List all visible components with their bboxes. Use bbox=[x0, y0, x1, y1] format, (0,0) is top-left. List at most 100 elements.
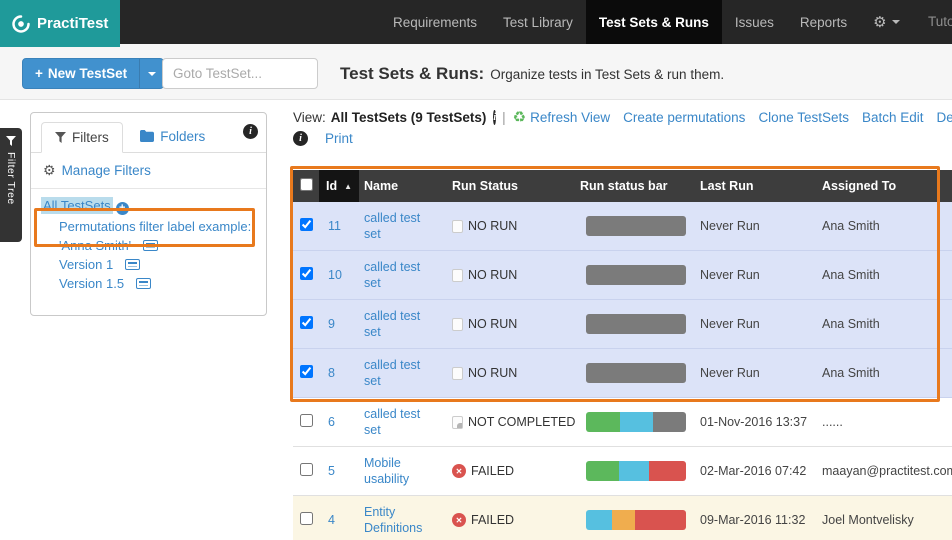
run-status-bar bbox=[586, 461, 686, 481]
goto-testset-input[interactable] bbox=[162, 58, 318, 89]
column-header-run-status-bar[interactable]: Run status bar bbox=[575, 179, 695, 193]
row-checkbox[interactable] bbox=[300, 316, 313, 329]
filter-edit-icon[interactable] bbox=[135, 278, 151, 289]
last-run-value: 09-Mar-2016 11:32 bbox=[700, 513, 806, 527]
table-header: Id ▲ Name Run Status Run status bar Last… bbox=[293, 170, 952, 202]
testsets-table: Id ▲ Name Run Status Run status bar Last… bbox=[293, 170, 952, 540]
funnel-icon bbox=[6, 136, 16, 146]
run-status-icon bbox=[452, 317, 463, 331]
nav-item-issues[interactable]: Issues bbox=[722, 0, 787, 44]
row-checkbox[interactable] bbox=[300, 267, 313, 280]
testset-id-link[interactable]: 4 bbox=[328, 513, 335, 527]
page-header: Test Sets & Runs: Organize tests in Test … bbox=[340, 64, 724, 84]
filter-tree-label: Filter Tree bbox=[5, 152, 17, 205]
row-checkbox[interactable] bbox=[300, 218, 313, 231]
action-create-permutations[interactable]: Create permutations bbox=[623, 110, 745, 125]
info-icon[interactable]: i bbox=[243, 124, 258, 139]
testset-id-link[interactable]: 5 bbox=[328, 464, 335, 478]
assigned-to-value: ...... bbox=[822, 415, 843, 429]
brand-name: PractiTest bbox=[37, 15, 109, 32]
table-row: 10 called test set NO RUN Never Run Ana … bbox=[293, 251, 952, 300]
tab-folders[interactable]: Folders bbox=[127, 122, 218, 151]
last-run-value: 01-Nov-2016 13:37 bbox=[700, 415, 808, 429]
assigned-to-value: Joel Montvelisky bbox=[822, 513, 914, 527]
row-checkbox[interactable] bbox=[300, 414, 313, 427]
practitest-logo-icon bbox=[11, 14, 31, 34]
sidebar-tabs: Filters Folders i bbox=[31, 113, 266, 153]
manage-filters-link[interactable]: ⚙ Manage Filters bbox=[31, 153, 266, 189]
nav-item-requirements[interactable]: Requirements bbox=[380, 0, 490, 44]
filter-tree-toggle[interactable]: Filter Tree bbox=[0, 128, 22, 242]
print-link[interactable]: Print bbox=[325, 131, 353, 146]
testset-name-link[interactable]: called test set bbox=[364, 309, 420, 339]
filter-link[interactable]: Version 1 bbox=[59, 257, 113, 272]
tab-filters[interactable]: Filters bbox=[41, 122, 123, 153]
run-status-icon: ✕ bbox=[452, 464, 466, 478]
refresh-icon: ♻ bbox=[512, 109, 527, 126]
chevron-down-icon bbox=[891, 20, 900, 24]
select-all-checkbox[interactable] bbox=[300, 178, 313, 191]
page-title: Test Sets & Runs: bbox=[340, 64, 485, 83]
sidebar-item-permutations-filter: Permutations filter label example: 'Anna… bbox=[59, 217, 258, 255]
view-bar: View: All TestSets (9 TestSets) i | ♻ Ref… bbox=[293, 108, 952, 146]
view-actions: ♻ Refresh View Create permutations Clone Te… bbox=[513, 108, 952, 126]
testset-id-link[interactable]: 10 bbox=[328, 268, 342, 282]
testset-id-link[interactable]: 8 bbox=[328, 366, 335, 380]
testset-name-link[interactable]: Mobile usability bbox=[364, 456, 409, 486]
new-testset-dropdown[interactable] bbox=[139, 59, 163, 88]
column-header-assigned-to[interactable]: Assigned To bbox=[817, 179, 952, 193]
filter-link[interactable]: Version 1.5 bbox=[59, 276, 124, 291]
testset-name-link[interactable]: called test set bbox=[364, 358, 420, 388]
funnel-icon bbox=[55, 132, 66, 143]
testset-id-link[interactable]: 9 bbox=[328, 317, 335, 331]
view-value: All TestSets (9 TestSets) bbox=[330, 109, 487, 125]
table-row: 8 called test set NO RUN Never Run Ana S… bbox=[293, 349, 952, 398]
run-status-icon bbox=[452, 219, 463, 233]
plus-icon: + bbox=[35, 66, 43, 81]
testset-id-link[interactable]: 11 bbox=[328, 219, 341, 233]
all-testsets-link[interactable]: All TestSets bbox=[41, 197, 113, 214]
brand-logo[interactable]: PractiTest bbox=[0, 0, 120, 47]
run-status-label: FAILED bbox=[471, 513, 515, 527]
bar-segment bbox=[620, 412, 653, 432]
column-header-last-run[interactable]: Last Run bbox=[695, 179, 817, 193]
nav-item-test-sets-runs[interactable]: Test Sets & Runs bbox=[585, 0, 722, 44]
testset-name-link[interactable]: called test set bbox=[364, 260, 420, 290]
table-row: 9 called test set NO RUN Never Run Ana S… bbox=[293, 300, 952, 349]
bar-segment bbox=[649, 461, 686, 481]
row-checkbox[interactable] bbox=[300, 512, 313, 525]
add-filter-icon[interactable]: + bbox=[115, 202, 129, 215]
practitest-app: Requirements Test Library Test Sets & Runs… bbox=[0, 0, 952, 540]
table-row: 11 called test set NO RUN Never Run Ana … bbox=[293, 202, 952, 251]
action-delete[interactable]: Delete bbox=[937, 110, 952, 125]
chevron-down-icon bbox=[147, 71, 156, 76]
row-checkbox[interactable] bbox=[300, 463, 313, 476]
testset-name-link[interactable]: Entity Definitions bbox=[364, 505, 422, 535]
run-status-bar bbox=[586, 363, 686, 383]
row-checkbox[interactable] bbox=[300, 365, 313, 378]
sidebar-item-version-1: Version 1 bbox=[59, 255, 258, 274]
column-header-name[interactable]: Name bbox=[359, 179, 447, 193]
settings-menu[interactable]: ⚙ bbox=[860, 0, 912, 44]
action-refresh-view[interactable]: ♻ Refresh View bbox=[513, 108, 611, 126]
testset-id-link[interactable]: 6 bbox=[328, 415, 335, 429]
bar-segment bbox=[586, 216, 686, 236]
info-icon[interactable]: i bbox=[293, 131, 308, 146]
table-row: 5 Mobile usability ✕ FAILED 02-Mar-2016 … bbox=[293, 447, 952, 496]
nav-item-test-library[interactable]: Test Library bbox=[490, 0, 586, 44]
filter-edit-icon[interactable] bbox=[124, 259, 140, 270]
testset-name-link[interactable]: called test set bbox=[364, 407, 420, 437]
filter-edit-icon[interactable] bbox=[142, 240, 158, 251]
nav-item-reports[interactable]: Reports bbox=[787, 0, 860, 44]
column-header-id[interactable]: Id ▲ bbox=[319, 170, 359, 202]
info-icon[interactable]: i bbox=[493, 109, 497, 125]
column-header-run-status[interactable]: Run Status bbox=[447, 179, 575, 193]
new-testset-button[interactable]: + New TestSet bbox=[22, 58, 165, 89]
testset-name-link[interactable]: called test set bbox=[364, 211, 420, 241]
sort-asc-icon: ▲ bbox=[344, 181, 353, 191]
action-clone-testsets[interactable]: Clone TestSets bbox=[758, 110, 849, 125]
run-status-bar bbox=[586, 216, 686, 236]
tutorial-link[interactable]: Tutorial bbox=[928, 14, 952, 29]
action-batch-edit[interactable]: Batch Edit bbox=[862, 110, 924, 125]
run-status-icon: ✕ bbox=[452, 513, 466, 527]
